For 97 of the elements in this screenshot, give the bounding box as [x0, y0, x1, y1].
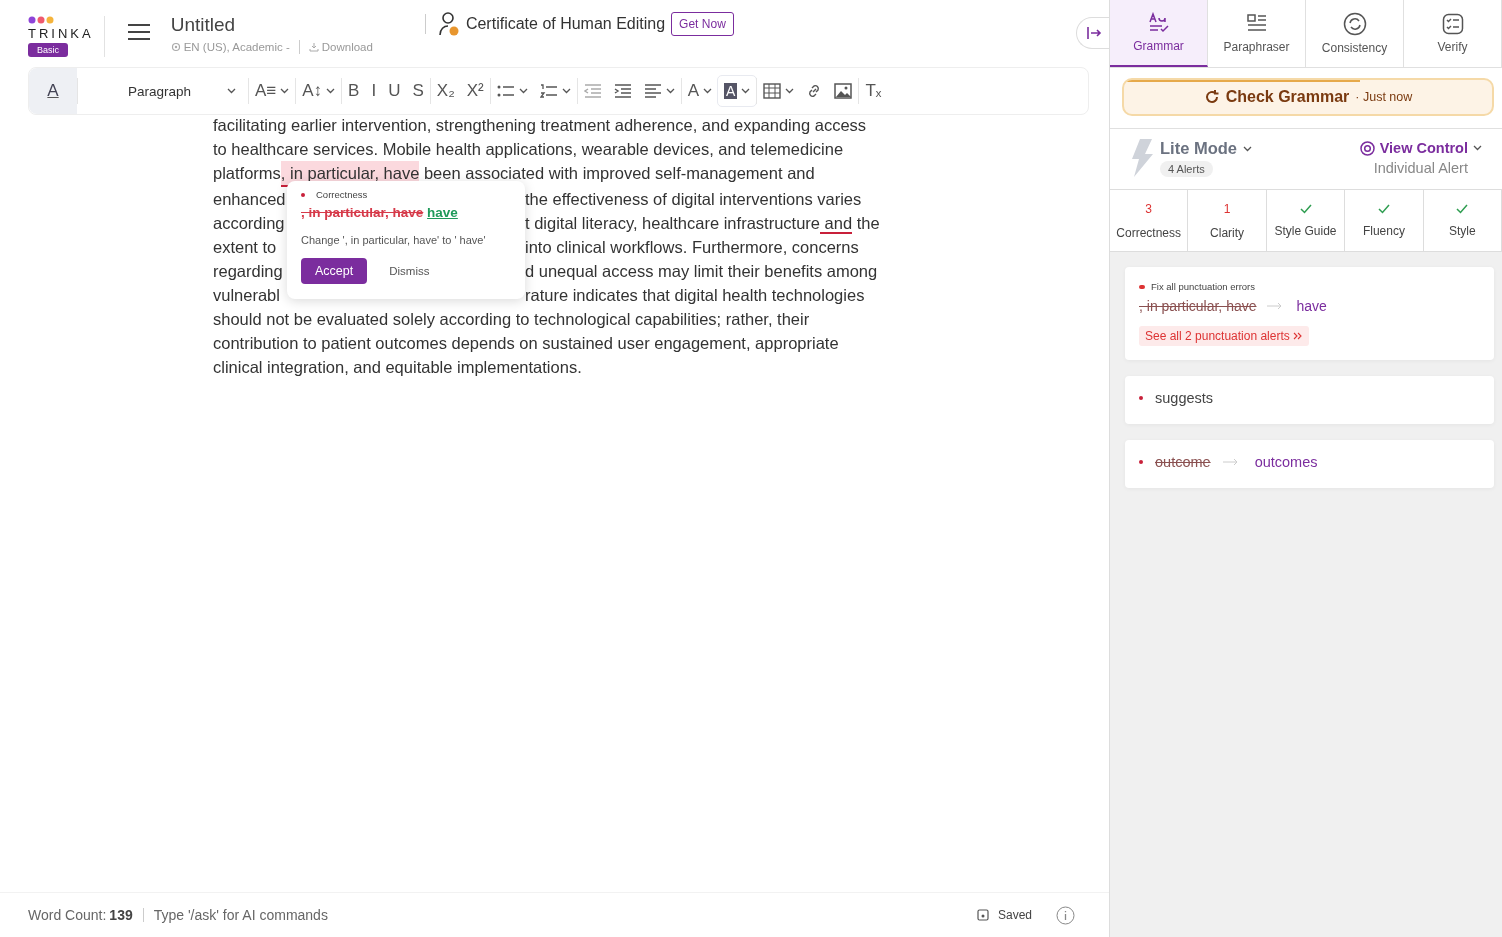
toolbar-button[interactable]: A [718, 76, 757, 106]
panel-tab[interactable]: Verify [1404, 0, 1502, 67]
caret-icon [1473, 145, 1482, 151]
document-text: according [213, 214, 285, 232]
outdent-icon [583, 84, 602, 98]
category-tab[interactable]: 1 Clarity [1188, 190, 1267, 251]
table-icon [763, 83, 782, 99]
document-text: the effectiveness of digital interventions varies [525, 190, 862, 208]
ai-command-hint: Type '/ask' for AI commands [153, 907, 328, 923]
toolbar-button[interactable]: A [681, 76, 719, 106]
indent-icon [613, 84, 632, 98]
numbered-list-icon [539, 84, 558, 98]
see-all-alerts-button[interactable]: See all 2 punctuation alerts [1139, 326, 1310, 346]
plan-badge: Basic [28, 43, 68, 57]
category-tab[interactable]: Style Guide [1266, 190, 1346, 251]
removed-text: , in particular, have [1139, 298, 1257, 314]
document-text: t digital literacy, healthcare infrastructure [525, 214, 820, 232]
dismiss-button[interactable]: Dismiss [389, 265, 430, 277]
toolbar-button[interactable]: U [382, 76, 407, 106]
toolbar-button[interactable]: A [29, 68, 77, 114]
alerts-count-badge: 4 Alerts [1160, 161, 1213, 177]
check-icon [1299, 203, 1312, 214]
flagged-word[interactable]: and [820, 214, 853, 234]
removed-text: outcome [1155, 454, 1211, 470]
person-badge-icon [437, 10, 460, 37]
document-text: into clinical workflows. Furthermore, concerns [525, 238, 859, 256]
download-icon [308, 41, 319, 52]
alert-card[interactable]: suggests [1125, 376, 1494, 424]
document-text: to healthcare services. Mobile health applications, wearable devices, and telemedicine [213, 139, 844, 160]
document-text: rature indicates that digital health technologies [525, 286, 865, 304]
grammar-icon [1147, 12, 1170, 34]
toolbar-button[interactable]: X₂ [430, 76, 461, 106]
arrow-icon [1266, 302, 1283, 310]
alert-word: suggests [1155, 390, 1214, 406]
category-tab[interactable]: Fluency [1345, 190, 1424, 251]
check-icon [1377, 203, 1390, 214]
arrow-to-right-icon [1085, 25, 1102, 40]
category-tab[interactable]: 3 Correctness [1110, 190, 1189, 251]
save-icon [976, 909, 989, 921]
arrow-icon [1222, 458, 1239, 466]
logo-text: TRINKA [28, 26, 94, 41]
document-text: extent to [213, 238, 277, 256]
panel-tab[interactable]: Consistency [1306, 0, 1404, 67]
toolbar-button[interactable]: B [342, 76, 366, 106]
check-grammar-button[interactable]: Check Grammar · Just now [1122, 78, 1494, 116]
caret-icon [1243, 145, 1252, 152]
toolbar-button[interactable]: X² [460, 76, 490, 106]
align-left-icon [643, 84, 662, 98]
document-text: been associated with improved self-management and [422, 163, 815, 184]
document-text: contribution to patient outcomes depends on sustained user engagement, appropriate [213, 333, 839, 354]
cycle-icon [1342, 12, 1367, 36]
suggested-text: have [1296, 298, 1327, 314]
alert-card[interactable]: outcome outcomes [1125, 440, 1494, 488]
document-text: enhanced [213, 190, 286, 208]
certificate-title: Certificate of Human Editing [465, 14, 666, 33]
suggestion-message: Change ', in particular, have' to ' have' [301, 234, 487, 246]
toolbar-button[interactable]: A↕ [296, 76, 342, 106]
mode-dropdown[interactable]: Lite Mode [1160, 139, 1252, 158]
document-text: clinical integration, and equitable implementations. [213, 357, 582, 378]
toolbar-button[interactable]: I [365, 76, 383, 106]
panel-tab[interactable]: Grammar [1110, 0, 1208, 67]
document-text: facilitating earlier intervention, strengthening treatment adherence, and expanding access [213, 115, 867, 136]
category-tab[interactable]: Style [1423, 190, 1502, 251]
document-text: platforms [213, 163, 281, 184]
saved-status: Saved [997, 908, 1032, 922]
get-now-button[interactable]: Get Now [671, 11, 734, 36]
popup-category: Correctness [316, 189, 368, 200]
image-icon [834, 83, 853, 99]
lightning-icon [1130, 139, 1154, 177]
panel-tab[interactable]: Paraphraser [1208, 0, 1306, 67]
removed-text: , in particular, have [301, 205, 424, 220]
accept-button[interactable]: Accept [301, 258, 368, 284]
paragraph-style-dropdown[interactable]: Paragraph [78, 76, 248, 106]
word-count: Word Count: 139 [28, 907, 133, 923]
toolbar-button[interactable]: A≡ [249, 76, 296, 106]
check-icon [1456, 203, 1469, 214]
info-icon[interactable] [1056, 905, 1075, 925]
view-control-value: Individual Alert [1373, 160, 1468, 176]
toolbar-button[interactable]: S [406, 76, 430, 106]
document-text: regarding [213, 262, 283, 280]
toolbar-button[interactable]: Tₓ [859, 76, 888, 106]
alert-title: Fix all punctuation errors [1151, 281, 1256, 292]
checklist-icon [1441, 13, 1464, 35]
logo-dots-icon [28, 16, 54, 24]
refresh-icon [1203, 89, 1220, 105]
document-text: d unequal access may limit their benefits among [525, 262, 878, 280]
suggested-text: outcomes [1254, 454, 1318, 470]
document-text: vulnerabl [213, 286, 280, 304]
double-chevron-icon [1293, 332, 1304, 340]
bullet-list-icon [496, 84, 515, 98]
alert-card[interactable]: Fix all punctuation errors , in particular, have have See all 2 punctuation alerts [1125, 267, 1494, 360]
view-control-dropdown[interactable]: View Control [1359, 140, 1482, 156]
document-text: should not be evaluated solely according to technological capabilities; rather, their [213, 309, 810, 330]
document-title[interactable]: Untitled [170, 13, 373, 36]
document-text: the [855, 214, 880, 232]
suggested-text[interactable]: have [427, 205, 458, 220]
menu-icon [126, 23, 151, 41]
